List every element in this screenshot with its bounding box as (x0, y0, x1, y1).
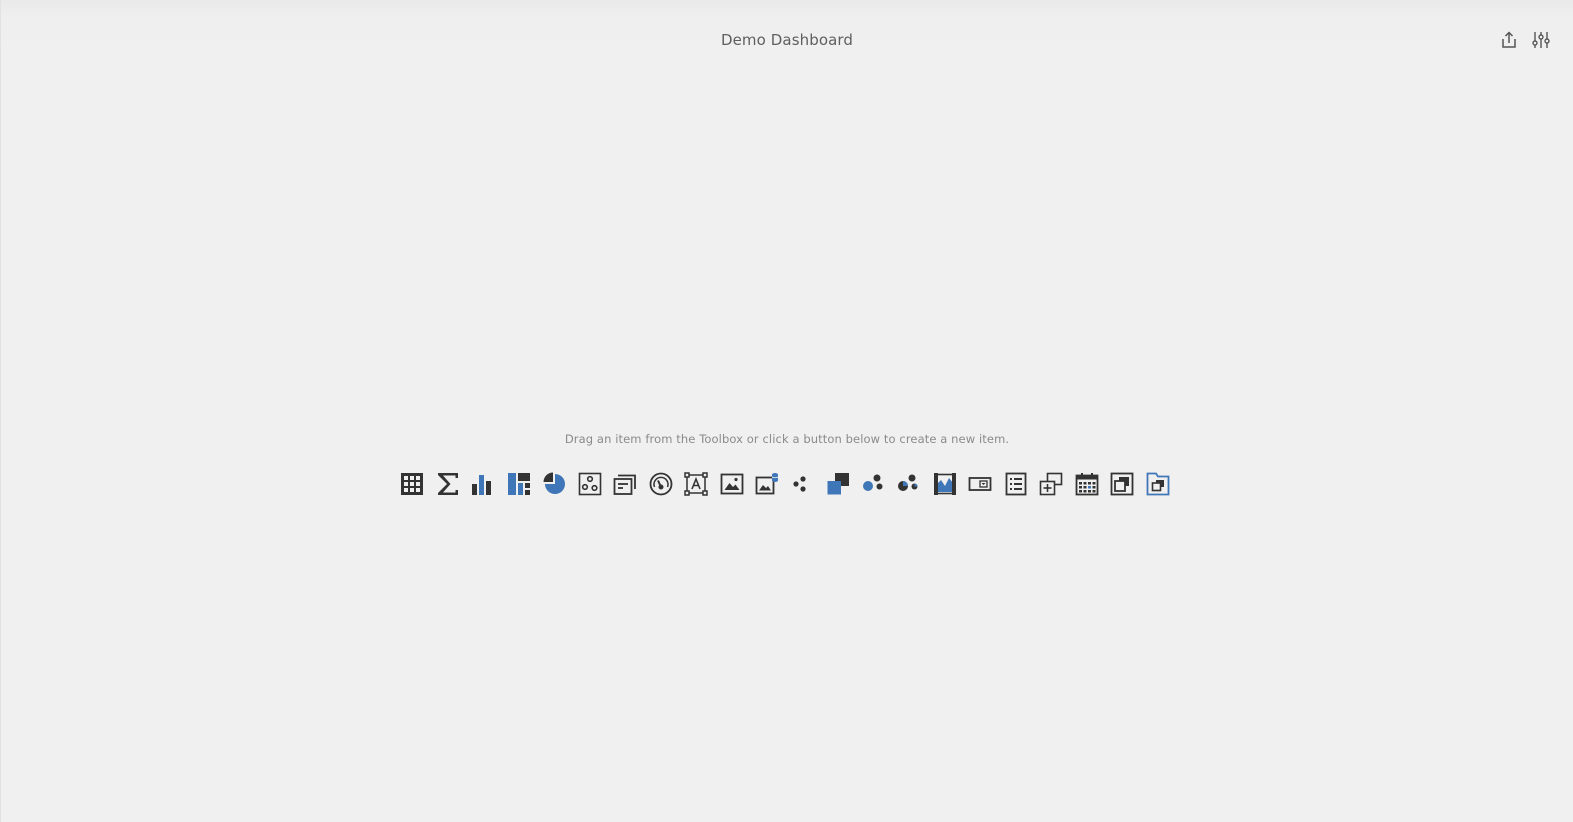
add-combo-box-button[interactable] (968, 472, 992, 496)
tree-view-icon (1039, 472, 1063, 496)
card-sum-icon (437, 473, 458, 495)
add-scatter-chart-button[interactable] (578, 472, 602, 496)
add-tree-view-button[interactable] (1039, 472, 1063, 496)
scatter-chart-icon (578, 472, 601, 496)
empty-dashboard-hint: Drag an item from the Toolbox or click a… (564, 432, 1010, 446)
parameters-icon (1532, 32, 1550, 48)
group-icon (1110, 472, 1134, 496)
header-actions (1499, 30, 1551, 50)
add-choropleth-map-button[interactable] (826, 472, 850, 496)
add-tab-container-button[interactable] (1146, 472, 1170, 496)
gauge-icon (649, 472, 672, 496)
list-box-icon (1005, 472, 1026, 496)
pie-icon (543, 472, 565, 494)
dashboard-title: Demo Dashboard (720, 31, 854, 49)
add-pie-button[interactable] (542, 472, 566, 496)
choropleth-map-icon (827, 473, 849, 495)
add-geo-point-map-button[interactable] (791, 472, 815, 496)
export-button[interactable] (1499, 30, 1519, 50)
add-group-button[interactable] (1110, 472, 1134, 496)
add-card-button[interactable] (436, 472, 460, 496)
add-cards-button[interactable] (613, 472, 637, 496)
bound-image-icon (755, 473, 779, 495)
date-filter-icon (1075, 473, 1098, 496)
add-range-filter-button[interactable] (933, 472, 957, 496)
pie-map-icon (898, 474, 918, 491)
tab-container-icon (1146, 472, 1169, 496)
image-icon (720, 473, 743, 495)
dashboard-page: Demo Dashboard Drag an item from the Too… (0, 0, 1573, 822)
range-filter-icon (933, 473, 956, 495)
add-grid-button[interactable] (400, 472, 424, 496)
add-treemap-button[interactable] (507, 472, 531, 496)
bubble-map-icon (862, 474, 882, 491)
geo-point-map-icon (792, 476, 806, 492)
add-bubble-map-button[interactable] (862, 472, 886, 496)
parameters-button[interactable] (1531, 30, 1551, 50)
export-icon (1502, 31, 1516, 48)
add-list-box-button[interactable] (1004, 472, 1028, 496)
treemap-icon (507, 473, 530, 495)
add-text-box-button[interactable] (684, 472, 708, 496)
cards-icon (613, 474, 636, 495)
text-box-icon (684, 472, 708, 496)
add-bound-image-button[interactable] (755, 472, 779, 496)
dashboard-header: Demo Dashboard (1, 0, 1573, 82)
add-chart-button[interactable] (471, 472, 495, 496)
combo-box-icon (968, 477, 992, 491)
add-pie-map-button[interactable] (897, 472, 921, 496)
grid-icon (401, 473, 423, 495)
add-date-filter-button[interactable] (1075, 472, 1099, 496)
chart-icon (472, 475, 491, 495)
add-image-button[interactable] (720, 472, 744, 496)
add-gauge-button[interactable] (649, 472, 673, 496)
item-toolbox (400, 472, 1170, 496)
